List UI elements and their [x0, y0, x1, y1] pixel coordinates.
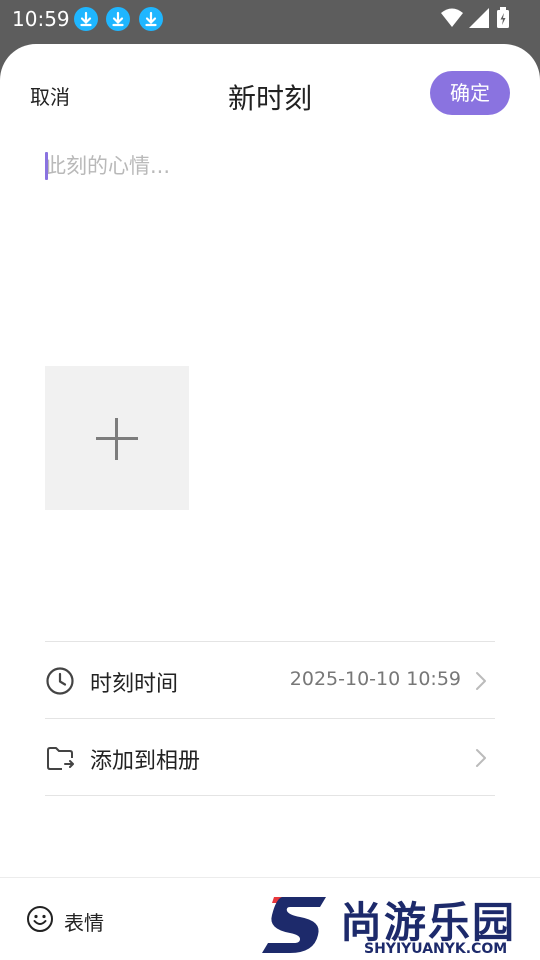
new-moment-sheet: 取消 新时刻 确定 时刻时间 2025-10-10 10:59 添加到相册 [0, 44, 540, 960]
download-icon [74, 7, 98, 31]
emoji-label: 表情 [64, 911, 104, 935]
clock-icon [46, 667, 74, 695]
divider [45, 795, 495, 796]
bottom-toolbar-divider [0, 877, 540, 878]
watermark-s-logo [262, 897, 326, 953]
mood-input[interactable] [45, 149, 495, 183]
smiley-icon [27, 906, 53, 932]
download-icon [106, 7, 130, 31]
plus-icon [115, 418, 118, 460]
watermark-subtext: SHYIYUANYK.COM [364, 941, 508, 957]
wifi-icon [441, 8, 463, 27]
moment-time-value: 2025-10-10 10:59 [289, 668, 461, 690]
status-bar: 10:59 [0, 0, 540, 38]
add-photo-button[interactable] [45, 366, 189, 510]
text-caret [45, 152, 48, 180]
signal-icon [469, 8, 489, 28]
moment-time-row[interactable]: 时刻时间 2025-10-10 10:59 [45, 642, 495, 718]
chevron-right-icon [476, 749, 486, 767]
add-to-album-label: 添加到相册 [90, 749, 201, 774]
battery-icon [497, 7, 509, 28]
system-icons [440, 7, 530, 29]
moment-time-label: 时刻时间 [90, 672, 179, 697]
confirm-button[interactable]: 确定 [430, 71, 510, 115]
chevron-right-icon [476, 672, 486, 690]
watermark-logo: 尚游乐园 SHYIYUANYK.COM [260, 889, 540, 960]
status-time: 10:59 [12, 7, 70, 31]
add-to-album-row[interactable]: 添加到相册 [45, 719, 495, 795]
folder-icon [47, 747, 74, 770]
download-icon [139, 7, 163, 31]
